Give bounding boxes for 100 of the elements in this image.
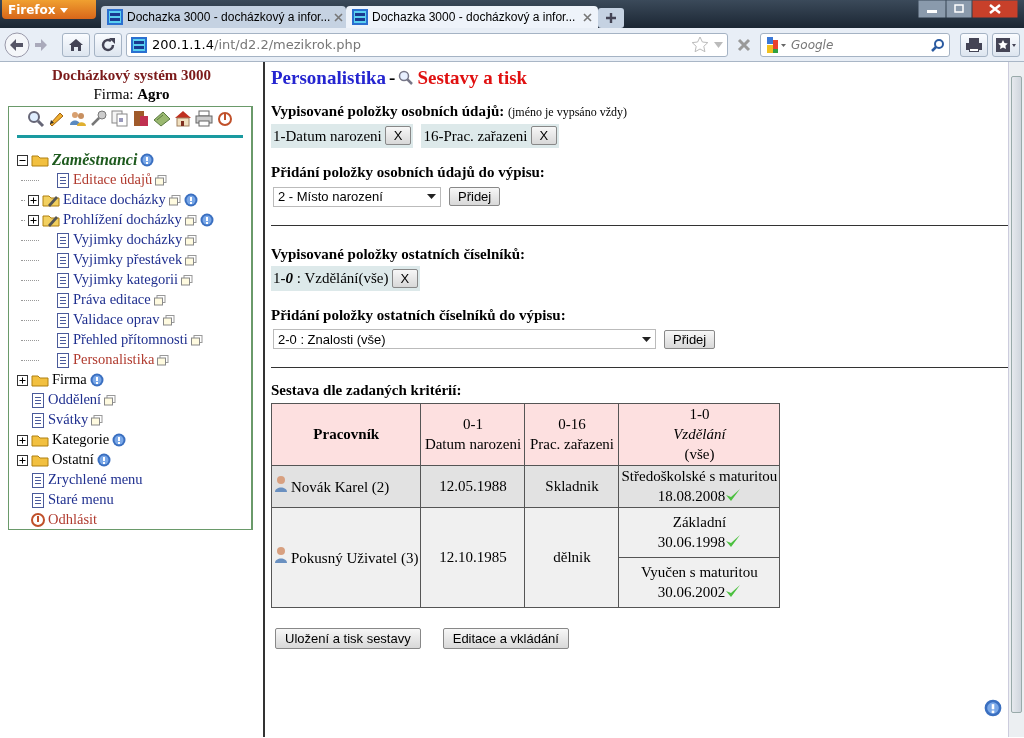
education-name: Středoškolské s maturitou [621, 467, 778, 486]
book-icon[interactable] [131, 110, 150, 128]
printer-icon[interactable] [194, 110, 213, 128]
people-icon[interactable] [68, 110, 87, 128]
section-heading: Přidání položky ostatních číselníků do výpisu: [271, 305, 567, 325]
folder-icon [31, 373, 49, 387]
remove-button[interactable]: X [391, 268, 419, 288]
menu-item[interactable]: Ostatní [52, 449, 94, 471]
document-icon [56, 172, 70, 188]
expand-toggle[interactable] [28, 194, 39, 206]
document-icon [31, 412, 45, 428]
favicon [107, 9, 123, 25]
new-tab-icon[interactable] [598, 8, 624, 28]
employee-name: Novák Karel (2) [291, 479, 390, 495]
power-icon[interactable] [215, 110, 234, 128]
expand-toggle[interactable] [17, 374, 28, 386]
home-button[interactable] [62, 32, 90, 57]
minimize-icon[interactable] [918, 0, 946, 18]
home-icon [68, 37, 84, 52]
page-title: Personalistika [271, 65, 387, 90]
selected-item: 1-Datum narozeni [273, 126, 382, 146]
page-subtitle: Sestavy a tisk [417, 65, 528, 90]
print-button[interactable] [960, 32, 988, 57]
bookmark-star-icon[interactable] [691, 36, 709, 53]
menu-item[interactable]: Přehled přítomnosti [73, 329, 188, 351]
remove-button[interactable]: X [384, 126, 412, 146]
menu-item[interactable]: Editace údajů [73, 169, 153, 191]
menu-item[interactable]: Vyjimky přestávek [73, 249, 183, 271]
menu-item[interactable]: Firma [52, 369, 87, 391]
document-icon [31, 492, 45, 508]
url-text: 200.1.1.4/int/d2.2/mezikrok.php [152, 37, 362, 52]
remove-button[interactable]: X [530, 126, 558, 146]
menu-item[interactable]: Svátky [48, 409, 89, 431]
select-value: 2-0 : Znalosti (vše) [278, 331, 386, 347]
dropdown-icon [427, 194, 436, 199]
table-cell: 12.10.1985 [421, 507, 525, 607]
section-note: (jméno je vypsáno vždy) [508, 105, 627, 119]
folder-pencil-icon [42, 193, 60, 207]
menu-item[interactable]: Validace oprav [73, 309, 160, 331]
restore-icon[interactable] [946, 0, 972, 18]
address-bar[interactable]: 200.1.1.4/int/d2.2/mezikrok.php [126, 32, 728, 57]
person-icon [274, 475, 288, 493]
documents-icon[interactable] [110, 110, 129, 128]
bookmarks-icon [995, 36, 1017, 53]
select-field[interactable]: 2 - Místo narození [273, 186, 441, 207]
search-engine-icon[interactable] [765, 35, 787, 54]
close-icon[interactable] [972, 0, 1018, 18]
help-icon[interactable] [984, 699, 1002, 717]
expand-toggle[interactable] [28, 214, 39, 226]
scrollbar[interactable] [1008, 62, 1024, 737]
back-icon[interactable] [4, 31, 30, 58]
reload-icon [100, 36, 116, 53]
menu-item[interactable]: Oddělení [48, 389, 102, 411]
folder-icon [31, 433, 49, 447]
menu-item[interactable]: Odhlásit [48, 509, 98, 531]
add-button[interactable]: Přidej [664, 329, 716, 349]
collapse-toggle[interactable] [17, 154, 28, 166]
menu-item[interactable]: Staré menu [48, 489, 114, 511]
menu-item[interactable]: Prohlížení docházky [63, 209, 182, 231]
education-name: Vyučen s maturitou [640, 563, 759, 582]
menu-item[interactable]: Vyjimky docházky [73, 229, 183, 251]
document-icon [56, 352, 70, 368]
menu-item[interactable]: Kategorie [52, 429, 110, 451]
document-icon [56, 232, 70, 248]
column-header: Pracovník [271, 403, 421, 465]
add-button[interactable]: Přidej [449, 187, 501, 206]
menu-item[interactable]: Editace docházky [63, 189, 166, 211]
menu-item[interactable]: Zrychlené menu [48, 469, 143, 491]
table-cell: dělnik [525, 507, 619, 607]
selected-item: 16-Prac. zařazeni [423, 126, 528, 146]
select-field[interactable]: 2-0 : Znalosti (vše) [273, 329, 656, 349]
menu-item[interactable]: Personalistika [73, 349, 155, 371]
education-date: 30.06.1998 [657, 534, 726, 550]
select-value: 2 - Místo narození [278, 189, 383, 204]
house-icon[interactable] [173, 110, 192, 128]
scrollbar-thumb[interactable] [1011, 76, 1022, 713]
document-icon [56, 252, 70, 268]
column-header: 1-0 Vzdělání (vše) [619, 403, 780, 465]
menu-item[interactable]: Zaměstnanci [52, 148, 138, 172]
expand-toggle[interactable] [17, 454, 28, 466]
action-button[interactable]: Editace a vkládání [442, 627, 569, 649]
close-icon[interactable] [583, 12, 592, 22]
table-cell: Skladnik [525, 465, 619, 507]
menu-item[interactable]: Práva editace [73, 289, 151, 311]
browser-tab[interactable]: Dochazka 3000 - docházkový a infor... [346, 6, 598, 28]
search-icon[interactable] [931, 37, 945, 52]
pencil-icon[interactable] [47, 110, 66, 128]
search-field[interactable]: Google [760, 32, 950, 57]
reload-button[interactable] [94, 32, 122, 57]
action-button[interactable]: Uložení a tisk sestavy [275, 627, 421, 649]
search-icon[interactable] [26, 110, 45, 128]
menu-item[interactable]: Vyjimky kategorii [73, 269, 179, 291]
caret-icon [59, 7, 68, 13]
expand-toggle[interactable] [17, 434, 28, 446]
browser-tab[interactable]: Dochazka 3000 - docházkový a infor... [101, 6, 346, 28]
document-icon [31, 472, 45, 488]
favicon [131, 36, 147, 53]
education-name: Základní [671, 513, 728, 532]
bookmarks-button[interactable] [992, 32, 1020, 57]
key-icon[interactable] [89, 110, 108, 128]
